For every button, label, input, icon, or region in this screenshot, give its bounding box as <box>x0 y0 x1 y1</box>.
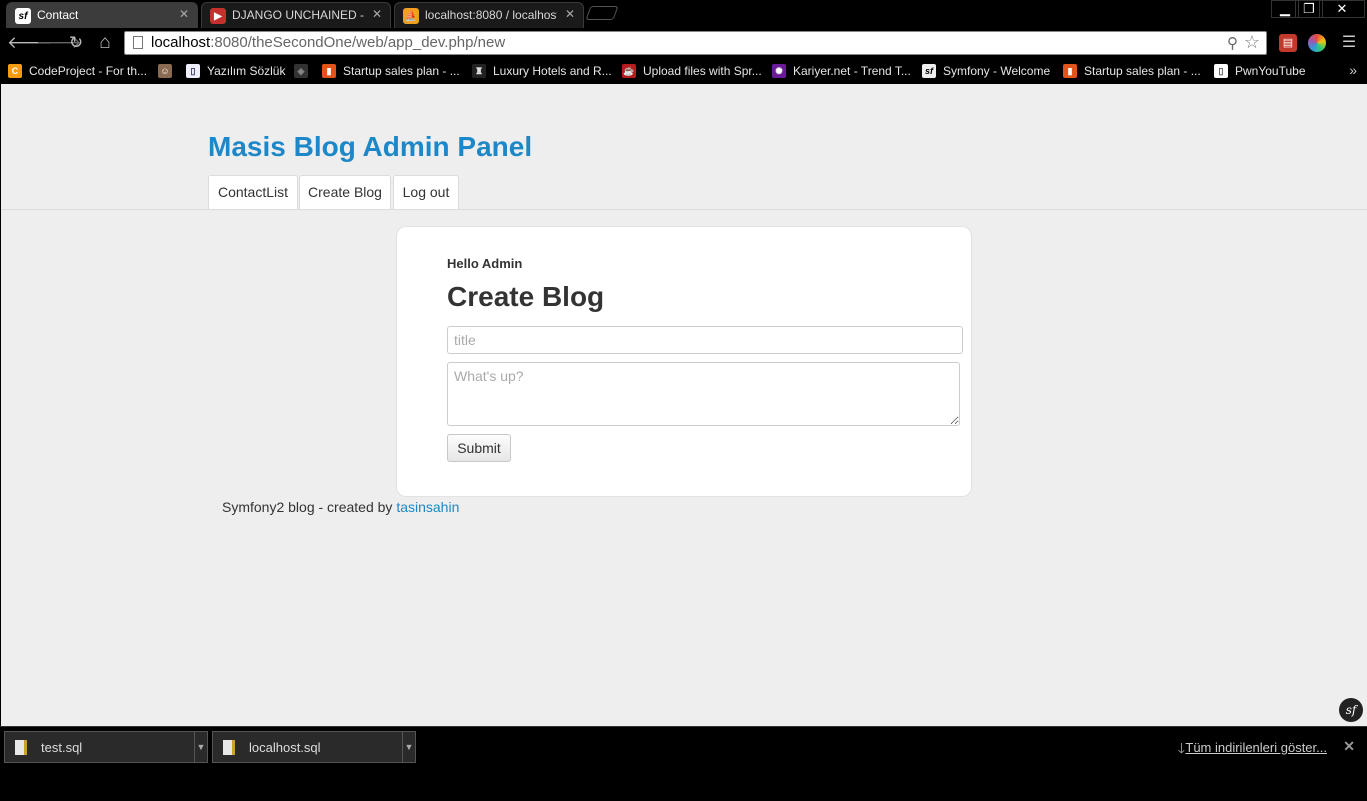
bookmark-label: Kariyer.net - Trend T... <box>793 64 911 78</box>
symfony-icon: sf <box>922 64 936 78</box>
home-icon[interactable]: ⌂ <box>94 33 116 53</box>
footer: Symfony2 blog - created by tasinsahin <box>222 499 459 515</box>
chevron-down-icon[interactable]: ▼ <box>402 732 415 762</box>
tab-title: Contact <box>37 8 79 22</box>
symfony-icon: sf <box>15 8 31 24</box>
close-tab-icon[interactable]: ✕ <box>565 7 575 21</box>
close-tab-icon[interactable]: ✕ <box>179 7 189 21</box>
show-all-downloads-link[interactable]: Tüm indirilenleri göster... <box>1185 740 1327 755</box>
download-item-test-sql[interactable]: test.sql ▼ <box>4 731 208 763</box>
tab-contact[interactable]: sf Contact ✕ <box>6 2 198 28</box>
close-download-shelf-icon[interactable]: ✕ <box>1343 738 1355 755</box>
bookmark-symfony[interactable]: sf Symfony - Welcome <box>922 62 1050 80</box>
bookmarks-overflow-icon[interactable]: » <box>1349 62 1357 78</box>
symfony-toolbar-icon[interactable]: sf <box>1339 698 1363 722</box>
tab-title: DJANGO UNCHAINED - Sc <box>232 8 364 22</box>
bookmark-label: Startup sales plan - ... <box>343 64 460 78</box>
body-textarea[interactable] <box>447 362 960 426</box>
kariyer-icon: ✺ <box>772 64 786 78</box>
bookmark-luxury-hotels[interactable]: ♜ Luxury Hotels and R... <box>472 62 612 80</box>
bookmark-label: Startup sales plan - ... <box>1084 64 1201 78</box>
menu-icon[interactable]: ☰ <box>1340 34 1358 52</box>
nav-tabs: ContactList Create Blog Log out <box>1 175 1367 210</box>
bookmark-label: Yazılım Sözlük <box>207 64 286 78</box>
search-icon[interactable]: ⚲ <box>1227 34 1238 52</box>
submit-button[interactable]: Submit <box>447 434 511 462</box>
bookmark-star-icon[interactable]: ☆ <box>1244 32 1260 53</box>
bookmark-avatar[interactable]: ☺ <box>158 62 179 80</box>
address-bar[interactable]: localhost:8080/theSecondOne/web/app_dev.… <box>124 31 1267 55</box>
title-input[interactable] <box>447 326 963 354</box>
reload-icon[interactable]: ↻ <box>65 33 87 53</box>
chevron-down-icon[interactable]: ▼ <box>194 732 207 762</box>
file-icon <box>15 740 27 755</box>
color-picker-icon[interactable] <box>1308 34 1326 52</box>
download-item-localhost-sql[interactable]: localhost.sql ▼ <box>212 731 416 763</box>
page-icon <box>133 36 143 49</box>
close-tab-icon[interactable]: ✕ <box>372 7 382 21</box>
java-icon: ☕ <box>622 64 636 78</box>
bookmark-codepen[interactable]: ◈ <box>294 62 315 80</box>
tab-strip: sf Contact ✕ ▶ DJANGO UNCHAINED - Sc ✕ ⛵… <box>0 0 1367 28</box>
bookmark-yazilim-sozluk[interactable]: ▯ Yazılım Sözlük <box>186 62 285 80</box>
download-filename: localhost.sql <box>249 740 321 755</box>
download-filename: test.sql <box>41 740 83 755</box>
greeting: Hello Admin <box>447 256 523 271</box>
forward-arrow-icon[interactable]: 🡒 <box>36 33 82 53</box>
bookmark-label: Luxury Hotels and R... <box>493 64 612 78</box>
close-window-button[interactable]: ✕ <box>1319 0 1365 18</box>
codeproject-icon: C <box>8 64 22 78</box>
bookmark-label: Symfony - Welcome <box>943 64 1051 78</box>
tab-contactlist[interactable]: ContactList <box>208 175 298 209</box>
hotel-icon: ♜ <box>472 64 486 78</box>
bookmark-upload-files[interactable]: ☕ Upload files with Spr... <box>622 62 762 80</box>
office-icon: ▮ <box>322 64 336 78</box>
tab-django-unchained[interactable]: ▶ DJANGO UNCHAINED - Sc ✕ <box>201 2 391 28</box>
footer-text: Symfony2 blog - created by <box>222 499 397 515</box>
url-path: :8080/theSecondOne/web/app_dev.php/new <box>210 34 506 51</box>
back-arrow-icon[interactable]: 🡐 <box>7 33 53 53</box>
extension-icon[interactable]: ▤ <box>1279 34 1297 52</box>
tab-log-out[interactable]: Log out <box>393 175 459 209</box>
phpmyadmin-icon: ⛵ <box>403 8 419 24</box>
tab-localhost-phpmyadmin[interactable]: ⛵ localhost:8080 / localhost ✕ <box>394 2 584 28</box>
bookmark-startup-sales-plan-2[interactable]: ▮ Startup sales plan - ... <box>1063 62 1201 80</box>
download-arrow-icon: 🡓 <box>1177 740 1185 756</box>
bookmark-label: CodeProject - For th... <box>29 64 148 78</box>
bookmark-label: Upload files with Spr... <box>643 64 762 78</box>
codepen-icon: ◈ <box>294 64 308 78</box>
bookmark-kariyer[interactable]: ✺ Kariyer.net - Trend T... <box>772 62 911 80</box>
url-text[interactable]: localhost:8080/theSecondOne/web/app_dev.… <box>151 34 505 51</box>
tab-title: localhost:8080 / localhost <box>425 8 557 22</box>
page-icon: ▯ <box>1214 64 1228 78</box>
url-host: localhost <box>151 34 211 51</box>
blog-title[interactable]: Masis Blog Admin Panel <box>208 131 532 163</box>
bookmark-label: PwnYouTube <box>1235 64 1306 78</box>
page-icon: ▯ <box>186 64 200 78</box>
new-tab-button[interactable] <box>585 6 619 20</box>
bookmark-pwnyoutube[interactable]: ▯ PwnYouTube <box>1214 62 1306 80</box>
bookmark-codeproject[interactable]: C CodeProject - For th... <box>8 62 147 80</box>
page-viewport: Masis Blog Admin Panel ContactList Creat… <box>1 84 1367 726</box>
office-icon: ▮ <box>1063 64 1077 78</box>
bookmark-startup-sales-plan[interactable]: ▮ Startup sales plan - ... <box>322 62 460 80</box>
form-heading: Create Blog <box>447 281 605 312</box>
tab-create-blog[interactable]: Create Blog <box>299 175 391 209</box>
file-icon <box>223 740 235 755</box>
download-shelf: test.sql ▼ localhost.sql ▼ 🡓 Tüm indiril… <box>0 726 1367 801</box>
author-link[interactable]: tasinsahin <box>396 499 459 515</box>
youtube-icon: ▶ <box>210 8 226 24</box>
avatar-icon: ☺ <box>158 64 172 78</box>
create-blog-card: Hello Admin Create Blog Submit <box>396 226 972 497</box>
